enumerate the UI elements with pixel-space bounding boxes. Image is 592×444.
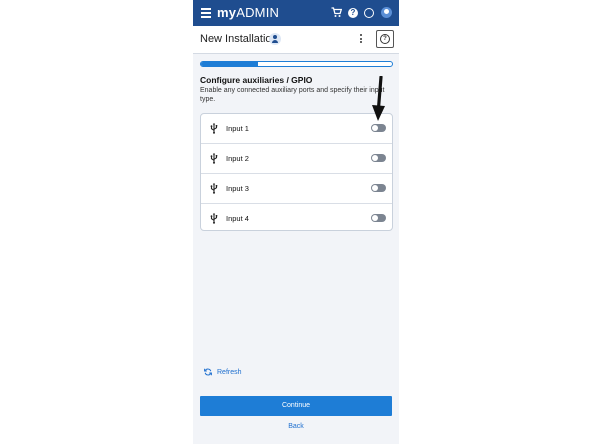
back-link[interactable]: Back <box>193 423 399 430</box>
input-4-toggle[interactable] <box>371 214 386 222</box>
refresh-button[interactable]: Refresh <box>204 368 242 376</box>
user-icon[interactable] <box>269 33 281 45</box>
top-bar: myADMIN ? <box>193 0 399 26</box>
usb-icon <box>210 153 218 164</box>
input-label: Input 3 <box>226 184 249 193</box>
input-3-toggle[interactable] <box>371 184 386 192</box>
input-label: Input 1 <box>226 124 249 133</box>
list-item: Input 1 <box>201 114 392 144</box>
usb-icon <box>210 123 218 134</box>
list-item: Input 2 <box>201 144 392 174</box>
globe-icon[interactable] <box>364 8 374 18</box>
continue-button[interactable]: Continue <box>200 396 392 416</box>
progress-fill <box>201 62 259 66</box>
refresh-icon <box>204 368 212 376</box>
account-icon[interactable] <box>381 7 392 18</box>
menu-icon[interactable] <box>201 8 211 18</box>
pointer-arrow-icon <box>372 76 385 121</box>
help-icon[interactable]: ? <box>348 8 358 18</box>
usb-icon <box>210 183 218 194</box>
step-progress-bar <box>200 61 393 67</box>
input-1-toggle[interactable] <box>371 124 386 132</box>
inputs-list: Input 1 Input 2 Input 3 Input 4 <box>200 113 393 231</box>
section-title: Configure auxiliaries / GPIO <box>200 75 313 85</box>
page-title: New Installation <box>200 33 278 45</box>
cart-icon[interactable] <box>331 7 343 18</box>
help-button[interactable]: ? <box>376 30 394 48</box>
section-description: Enable any connected auxiliary ports and… <box>200 87 385 103</box>
app-screen: myADMIN ? New Installation ? Configure a… <box>193 0 399 444</box>
page-header: New Installation ? <box>193 26 399 54</box>
app-logo: myADMIN <box>217 5 280 20</box>
input-label: Input 4 <box>226 214 249 223</box>
list-item: Input 3 <box>201 174 392 204</box>
refresh-label: Refresh <box>217 368 242 376</box>
input-2-toggle[interactable] <box>371 154 386 162</box>
input-label: Input 2 <box>226 154 249 163</box>
question-icon: ? <box>380 34 390 44</box>
usb-icon <box>210 213 218 224</box>
more-options-icon[interactable] <box>360 34 363 45</box>
list-item: Input 4 <box>201 204 392 230</box>
